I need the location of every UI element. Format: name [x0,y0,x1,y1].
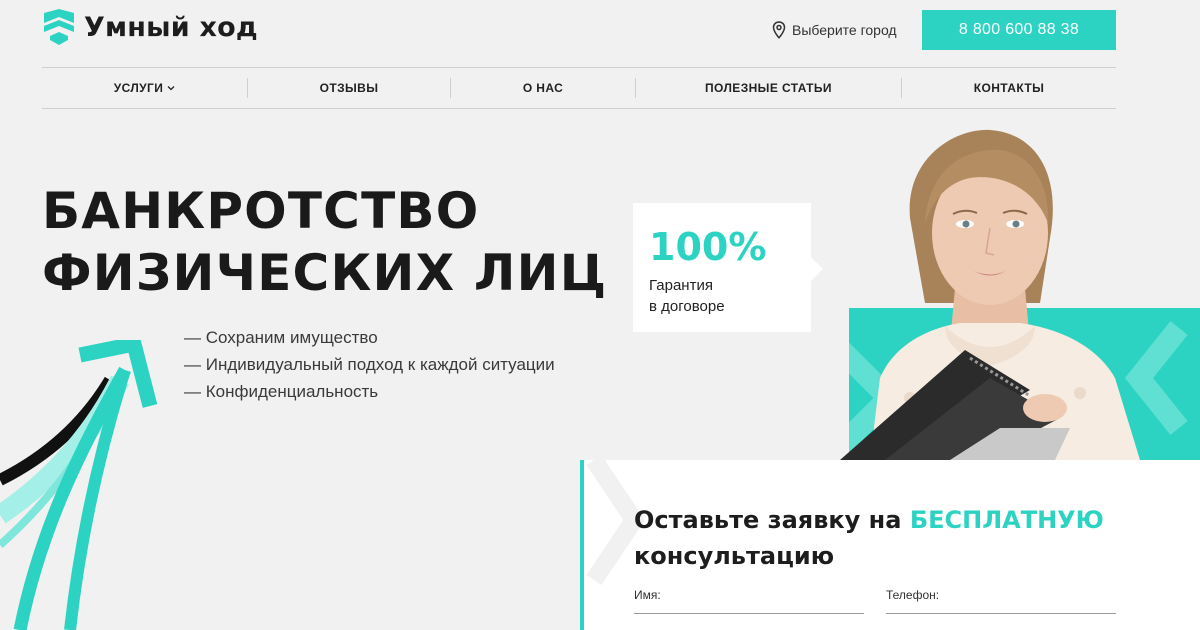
logo-shield-icon [44,9,74,45]
logo-text: Умный ход [84,11,258,43]
nav-item-services[interactable]: УСЛУГИ [42,78,248,98]
title-line: ФИЗИЧЕСКИХ ЛИЦ [42,244,608,302]
nav-item-reviews[interactable]: ОТЗЫВЫ [248,78,451,98]
phone-button[interactable]: 8 800 600 88 38 [922,10,1116,50]
benefit-item: — Сохраним имущество [184,328,378,347]
benefit-item: — Конфиденциальность [184,382,379,401]
benefit-item: — Индивидуальный подход к каждой ситуаци… [184,355,555,374]
site-header: Умный ход Выберите город 8 800 600 88 38 [0,0,1200,60]
phone-field-label: Телефон: [886,588,940,602]
title-line: БАНКРОТСТВО [42,182,480,240]
form-title: Оставьте заявку на БЕСПЛАТНУЮ консультац… [634,502,1104,574]
city-label: Выберите город [792,22,897,38]
form-title-accent: БЕСПЛАТНУЮ [909,506,1104,534]
name-field-label: Имя: [634,588,661,602]
logo[interactable]: Умный ход [42,9,258,45]
guarantee-line: Гарантия [649,277,713,294]
consultation-form: Оставьте заявку на БЕСПЛАТНУЮ консультац… [580,460,1200,630]
guarantee-line: в договоре [649,298,725,315]
form-title-part: консультацию [634,542,835,570]
city-selector[interactable]: Выберите город [772,21,897,39]
guarantee-value: 100% [649,225,767,269]
phone-field[interactable]: Телефон: [886,588,1116,614]
page-title: БАНКРОТСТВО ФИЗИЧЕСКИХ ЛИЦ [42,180,607,304]
nav-item-label: УСЛУГИ [113,81,164,95]
nav-item-about[interactable]: О НАС [451,78,636,98]
benefits-list: — Сохраним имущество — Индивидуальный по… [184,324,555,405]
chevron-down-icon [167,86,175,91]
main-nav: УСЛУГИ ОТЗЫВЫ О НАС ПОЛЕЗНЫЕ СТАТЬИ КОНТ… [42,67,1116,109]
nav-item-label: ОТЗЫВЫ [319,81,379,95]
guarantee-badge: 100% Гарантия в договоре [633,203,823,332]
nav-item-label: ПОЛЕЗНЫЕ СТАТЬИ [705,81,832,95]
name-field[interactable]: Имя: [634,588,864,614]
consultant-photo [840,129,1140,460]
guarantee-text: Гарантия в договоре [649,275,795,317]
nav-item-label: О НАС [522,81,564,95]
nav-item-label: КОНТАКТЫ [973,81,1045,95]
nav-item-articles[interactable]: ПОЛЕЗНЫЕ СТАТЬИ [636,78,902,98]
form-title-part: Оставьте заявку на [634,506,910,534]
arrow-decoration [0,340,158,630]
location-pin-icon [772,21,786,39]
nav-item-contacts[interactable]: КОНТАКТЫ [902,78,1116,98]
